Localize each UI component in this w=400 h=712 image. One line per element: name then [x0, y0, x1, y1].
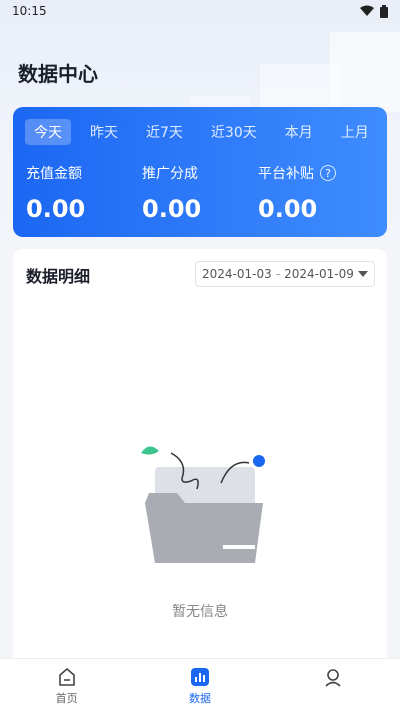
- date-start: 2024-01-03: [202, 267, 272, 281]
- summary-card: 今天 昨天 近7天 近30天 本月 上月 充值金额 0.00 推广分成 0.00…: [13, 107, 387, 237]
- stat-label: 推广分成: [142, 166, 198, 182]
- tab-last-7-days[interactable]: 近7天: [137, 119, 192, 145]
- stat-value: 0.00: [142, 195, 202, 223]
- bottom-nav: 首页 数据: [0, 658, 400, 712]
- period-tabs: 今天 昨天 近7天 近30天 本月 上月: [25, 119, 377, 145]
- date-separator: -: [275, 267, 281, 281]
- status-bar: 10:15: [0, 0, 400, 22]
- empty-message: 暂无信息: [172, 604, 228, 620]
- stat-promotion-share: 推广分成 0.00: [142, 163, 258, 223]
- date-end: 2024-01-09: [284, 267, 354, 281]
- tab-yesterday[interactable]: 昨天: [81, 119, 127, 145]
- chart-icon: [190, 668, 209, 686]
- nav-item-data[interactable]: 数据: [133, 659, 266, 712]
- status-icons: [360, 4, 388, 18]
- nav-item-home[interactable]: 首页: [0, 659, 133, 712]
- tab-today[interactable]: 今天: [25, 119, 71, 145]
- status-time: 10:15: [12, 4, 47, 18]
- detail-card: 数据明细 2024-01-03 - 2024-01-09 暂无信息: [13, 249, 387, 669]
- tab-last-30-days[interactable]: 近30天: [202, 119, 266, 145]
- stat-platform-subsidy: 平台补贴 ? 0.00: [258, 163, 374, 223]
- empty-folder-icon: [141, 446, 265, 563]
- nav-label: 数据: [188, 692, 211, 705]
- wifi-icon: [360, 5, 374, 16]
- detail-title: 数据明细: [26, 267, 91, 286]
- header-decoration: [330, 32, 400, 112]
- stat-recharge: 充值金额 0.00: [26, 163, 142, 223]
- date-range-picker[interactable]: 2024-01-03 - 2024-01-09: [195, 261, 375, 287]
- page-title: 数据中心: [18, 62, 98, 86]
- stat-value: 0.00: [26, 195, 86, 223]
- nav-label: 首页: [55, 692, 78, 705]
- chevron-down-icon: [358, 271, 368, 277]
- profile-icon: [325, 669, 341, 687]
- help-icon[interactable]: ?: [320, 165, 336, 181]
- stat-label: 充值金额: [26, 166, 82, 182]
- stats-row: 充值金额 0.00 推广分成 0.00 平台补贴 ? 0.00: [26, 163, 376, 223]
- tab-last-month[interactable]: 上月: [332, 119, 378, 145]
- home-icon: [58, 668, 75, 686]
- nav-item-profile[interactable]: [267, 659, 400, 712]
- battery-icon: [380, 4, 388, 18]
- stat-value: 0.00: [258, 195, 318, 223]
- stat-label: 平台补贴: [258, 166, 314, 182]
- tab-this-month[interactable]: 本月: [276, 119, 322, 145]
